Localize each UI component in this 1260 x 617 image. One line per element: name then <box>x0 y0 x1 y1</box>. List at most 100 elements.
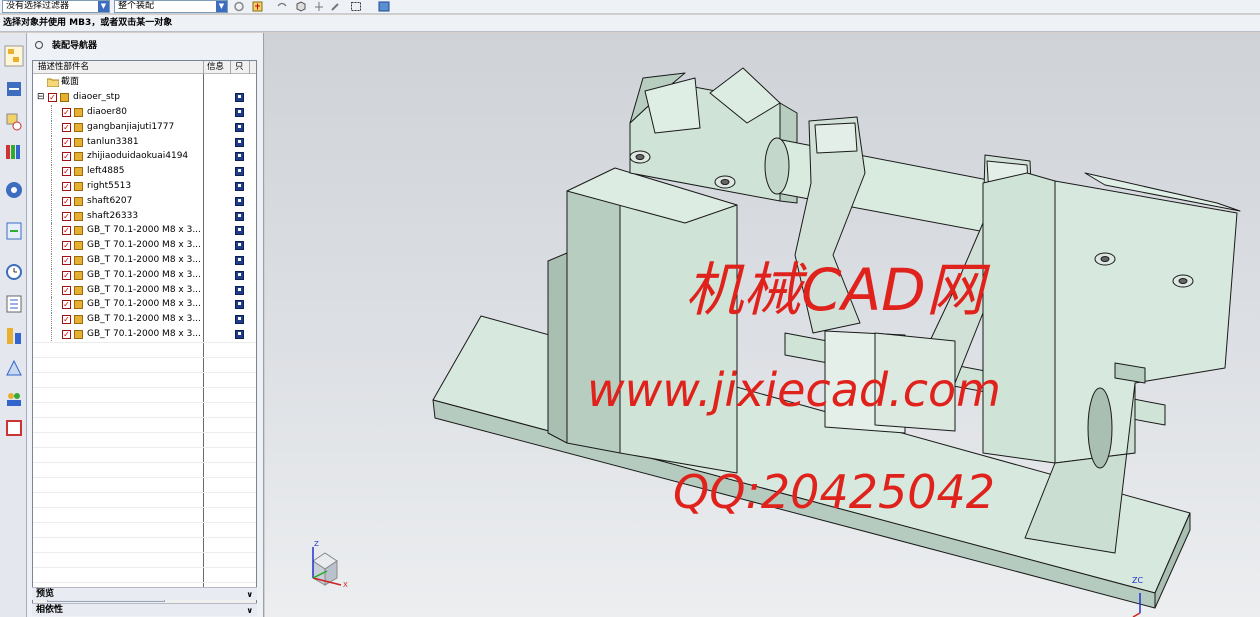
column-info[interactable]: 信息 <box>207 61 224 74</box>
visibility-checkbox[interactable]: ✓ <box>62 270 71 280</box>
refresh-icon[interactable] <box>233 1 245 12</box>
tree-row-part[interactable]: ✓ GB_T 70.1-2000 M8 x 3... <box>33 223 256 238</box>
preview-section[interactable]: 预览 ∨ <box>32 587 257 600</box>
tree-row-part[interactable]: ✓ diaoer80 <box>33 105 256 120</box>
system-scenes-icon[interactable] <box>4 417 24 439</box>
save-status-icon <box>235 108 244 117</box>
dependents-section[interactable]: 相依性 ∨ <box>32 603 257 616</box>
triad-z-label: Z <box>314 540 319 548</box>
component-icon <box>74 196 83 206</box>
tree-row-part[interactable]: ✓ GB_T 70.1-2000 M8 x 3... <box>33 253 256 268</box>
move-icon[interactable] <box>313 1 325 12</box>
visibility-checkbox[interactable]: ✓ <box>62 285 71 295</box>
undo-icon[interactable] <box>276 1 288 12</box>
assembly-scope-value: 整个装配 <box>118 1 155 11</box>
pin-icon[interactable] <box>35 41 43 49</box>
visibility-checkbox[interactable]: ✓ <box>62 241 71 251</box>
visibility-checkbox[interactable]: ✓ <box>62 226 71 236</box>
save-status-icon <box>235 93 244 102</box>
tree-row-part[interactable]: ✓ GB_T 70.1-2000 M8 x 3... <box>33 297 256 312</box>
visibility-checkbox[interactable]: ✓ <box>62 137 71 147</box>
assembly-navigator-icon[interactable] <box>4 45 24 67</box>
tree-row-part[interactable]: ✓ GB_T 70.1-2000 M8 x 3... <box>33 238 256 253</box>
watermark-url: www.jixiecad.com <box>587 363 1001 417</box>
tree-row-part[interactable]: ✓ GB_T 70.1-2000 M8 x 3... <box>33 282 256 298</box>
tree-row-part[interactable]: ✓ right5513 <box>33 179 256 194</box>
process-studio-icon[interactable] <box>4 325 24 347</box>
save-status-icon <box>235 270 244 280</box>
folder-icon <box>47 78 59 87</box>
tree-row-part[interactable]: ✓ tanlun3381 <box>33 134 256 150</box>
tree-row-part[interactable]: ✓ left4885 <box>33 164 256 179</box>
part-navigator-icon[interactable] <box>4 111 24 133</box>
assembly-tree[interactable]: 描述性部件名 信息 只 截面 ⊟ ✓ diaoer_stp ✓ diaoer80 ✓… <box>32 60 257 610</box>
part-label: gangbanjiajuti1777 <box>87 121 175 132</box>
save-status-icon <box>235 285 244 295</box>
visibility-checkbox[interactable]: ✓ <box>62 167 71 177</box>
empty-row-line <box>33 371 256 373</box>
component-icon <box>74 300 83 310</box>
tree-row-part[interactable]: ✓ GB_T 70.1-2000 M8 x 3... <box>33 267 256 283</box>
tree-row-part[interactable]: ✓ GB_T 70.1-2000 M8 x 3... <box>33 327 256 342</box>
visibility-checkbox[interactable]: ✓ <box>62 300 71 310</box>
visibility-checkbox[interactable]: ✓ <box>62 152 71 162</box>
component-icon <box>74 226 83 236</box>
web-browser-icon[interactable] <box>4 179 24 201</box>
wrench-icon[interactable] <box>330 1 342 12</box>
visibility-checkbox[interactable]: ✓ <box>62 330 71 339</box>
snap-point-icon[interactable] <box>252 1 264 12</box>
tree-column-header: 描述性部件名 信息 只 <box>33 61 256 74</box>
component-icon <box>74 270 83 280</box>
visibility-checkbox[interactable]: ✓ <box>62 315 71 325</box>
tree-row-part[interactable]: ✓ shaft6207 <box>33 193 256 209</box>
clock-icon[interactable] <box>4 261 24 283</box>
assembly-icon <box>60 93 69 102</box>
save-status-icon <box>235 211 244 221</box>
assembly-scope-dropdown[interactable]: 整个装配 ▼ <box>114 0 228 13</box>
cube-select-icon[interactable] <box>295 1 307 12</box>
component-icon <box>74 108 83 117</box>
navigator-header: 装配导航器 <box>27 33 264 59</box>
empty-row-line <box>33 356 256 358</box>
selection-filter-dropdown[interactable]: 没有选择过滤器 ▼ <box>2 0 110 13</box>
view-cube-icon[interactable] <box>378 1 390 12</box>
top-toolbar: 没有选择过滤器 ▼ 整个装配 ▼ <box>0 0 1260 14</box>
chevron-down-icon: ▼ <box>216 1 227 12</box>
visibility-checkbox[interactable]: ✓ <box>62 211 71 221</box>
box-select-icon[interactable] <box>350 1 362 12</box>
tree-row-root[interactable]: ⊟ ✓ diaoer_stp <box>33 90 256 105</box>
visibility-checkbox[interactable]: ✓ <box>62 108 71 117</box>
manufacturing-wizards-icon[interactable] <box>4 357 24 379</box>
tree-connector <box>51 267 59 282</box>
part-label: GB_T 70.1-2000 M8 x 3... <box>87 255 201 265</box>
visibility-checkbox[interactable]: ✓ <box>48 93 57 102</box>
graphics-window[interactable]: Z X ZC 机械CAD网 www.jixiecad.com QQ:204250… <box>265 33 1260 617</box>
tree-row-part[interactable]: ✓ shaft26333 <box>33 208 256 224</box>
tree-connector <box>51 105 59 119</box>
column-readonly[interactable]: 只 <box>235 61 244 74</box>
component-icon <box>74 315 83 325</box>
tree-row-part[interactable]: ✓ zhijiaoduidaokuai4194 <box>33 149 256 164</box>
visibility-checkbox[interactable]: ✓ <box>62 256 71 265</box>
visibility-checkbox[interactable]: ✓ <box>62 182 71 191</box>
component-icon <box>74 256 83 265</box>
roles-icon[interactable] <box>4 388 24 410</box>
tree-connector <box>51 179 59 193</box>
tree-row-part[interactable]: ✓ GB_T 70.1-2000 M8 x 3... <box>33 312 256 327</box>
history-icon[interactable] <box>4 220 24 242</box>
watermark-title: 机械CAD网 <box>685 256 984 324</box>
constraint-navigator-icon[interactable] <box>4 78 24 100</box>
visibility-checkbox[interactable]: ✓ <box>62 122 71 132</box>
reuse-library-icon[interactable] <box>4 141 24 163</box>
chevron-down-icon: ∨ <box>246 606 254 615</box>
component-icon <box>74 241 83 251</box>
tree-row-section-folder[interactable]: 截面 <box>33 75 256 90</box>
chevron-down-icon: ∨ <box>246 590 254 599</box>
empty-row-line <box>33 401 256 403</box>
system-materials-icon[interactable] <box>4 293 24 315</box>
visibility-checkbox[interactable]: ✓ <box>62 196 71 206</box>
column-name[interactable]: 描述性部件名 <box>38 61 89 74</box>
collapse-toggle-icon[interactable]: ⊟ <box>37 90 45 104</box>
tree-row-part[interactable]: ✓ gangbanjiajuti1777 <box>33 119 256 135</box>
empty-row-line <box>33 461 256 463</box>
